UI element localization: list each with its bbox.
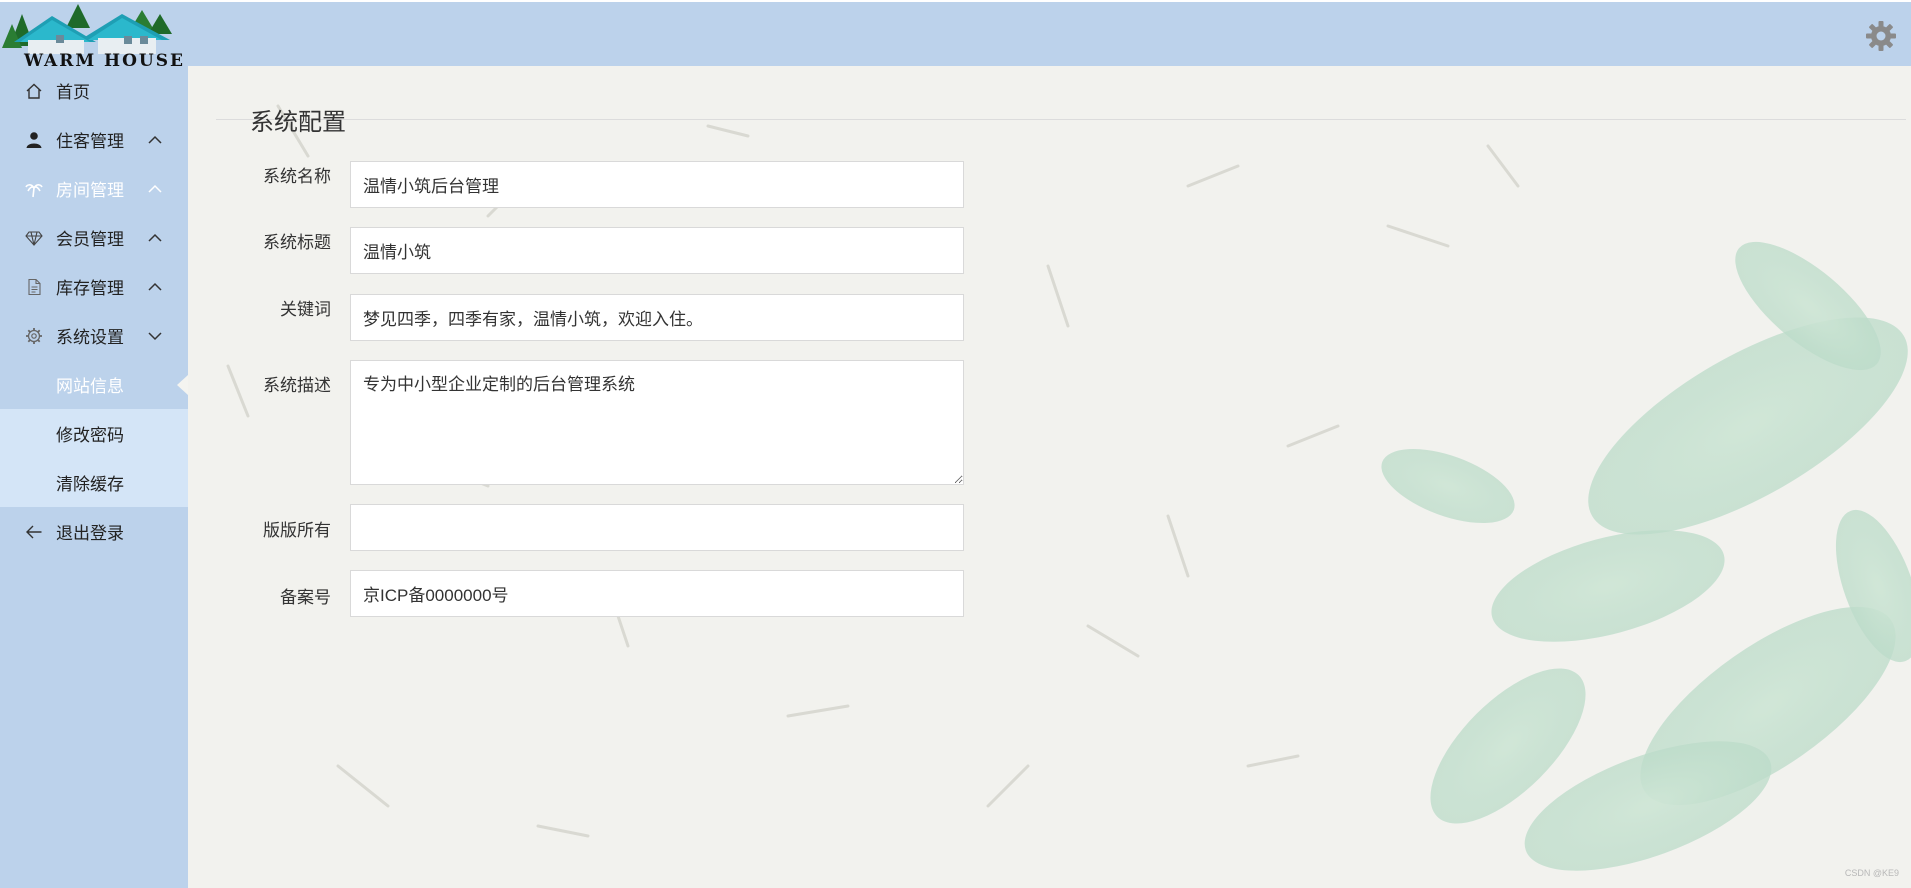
sidebar-item-members[interactable]: 会员管理 [0, 213, 188, 262]
description-label: 系统描述 [263, 376, 331, 395]
system-title-input[interactable] [350, 227, 964, 274]
icp-label: 备案号 [280, 588, 331, 607]
sidebar-subitem-site-info[interactable]: 网站信息 [0, 360, 188, 409]
page-title: 系统配置 [250, 109, 346, 136]
top-bar [0, 2, 1911, 66]
system-name-label: 系统名称 [263, 167, 331, 186]
sidebar: 首页 住客管理 房间管理 会员管理 库存管理 系统设置 网站信息 修改密码 清除… [0, 66, 188, 888]
house-trees-icon [2, 4, 172, 54]
description-textarea[interactable]: 专为中小型企业定制的后台管理系统 [350, 360, 964, 485]
sidebar-item-label: 退出登录 [56, 524, 124, 543]
sidebar-item-label: 住客管理 [56, 132, 124, 151]
section-divider [216, 119, 1906, 120]
user-icon [24, 130, 44, 150]
main-content: 系统配置 系统名称 系统标题 关键词 系统描述 专为中小型企业定制的后台管理系统… [188, 66, 1911, 888]
sidebar-subitem-label: 清除缓存 [56, 475, 124, 494]
chevron-down-icon [148, 331, 162, 340]
gear-icon [24, 326, 44, 346]
sidebar-item-inventory[interactable]: 库存管理 [0, 262, 188, 311]
settings-gear-icon[interactable] [1865, 20, 1897, 52]
keywords-label: 关键词 [280, 300, 331, 319]
home-icon [24, 81, 44, 101]
system-title-label: 系统标题 [263, 233, 331, 252]
sidebar-item-guests[interactable]: 住客管理 [0, 115, 188, 164]
watermark: CSDN @KE9 [1844, 868, 1899, 878]
chevron-up-icon [148, 135, 162, 144]
keywords-input[interactable] [350, 294, 964, 341]
palm-tree-icon [24, 179, 44, 199]
chevron-up-icon [148, 282, 162, 291]
sidebar-item-home[interactable]: 首页 [0, 66, 188, 115]
sidebar-item-label: 系统设置 [56, 328, 124, 347]
copyright-input[interactable] [350, 504, 964, 551]
sidebar-item-label: 库存管理 [56, 279, 124, 298]
sidebar-subitem-clear-cache[interactable]: 清除缓存 [0, 458, 188, 507]
diamond-icon [24, 228, 44, 248]
sidebar-item-system-settings[interactable]: 系统设置 [0, 311, 188, 360]
sidebar-subitem-change-password[interactable]: 修改密码 [0, 409, 188, 458]
chevron-up-icon [148, 184, 162, 193]
sidebar-item-rooms[interactable]: 房间管理 [0, 164, 188, 213]
logo-text: WARM HOUSE [24, 51, 185, 71]
sidebar-item-label: 首页 [56, 83, 90, 102]
copyright-label: 版版所有 [263, 521, 331, 540]
warm-house-logo[interactable]: WARM HOUSE [0, 0, 188, 72]
chevron-up-icon [148, 233, 162, 242]
app-root: WARM HOUSE 首页 住客管理 房间管理 会员管理 库存管理 系统设置 网… [0, 0, 1911, 888]
sidebar-subitem-label: 修改密码 [56, 426, 124, 445]
system-name-input[interactable] [350, 161, 964, 208]
arrow-left-icon [24, 522, 44, 542]
icp-input[interactable] [350, 570, 964, 617]
document-icon [24, 277, 44, 297]
sidebar-item-label: 房间管理 [56, 181, 124, 200]
sidebar-item-logout[interactable]: 退出登录 [0, 507, 188, 556]
sidebar-subitem-label: 网站信息 [56, 377, 124, 396]
sidebar-item-label: 会员管理 [56, 230, 124, 249]
